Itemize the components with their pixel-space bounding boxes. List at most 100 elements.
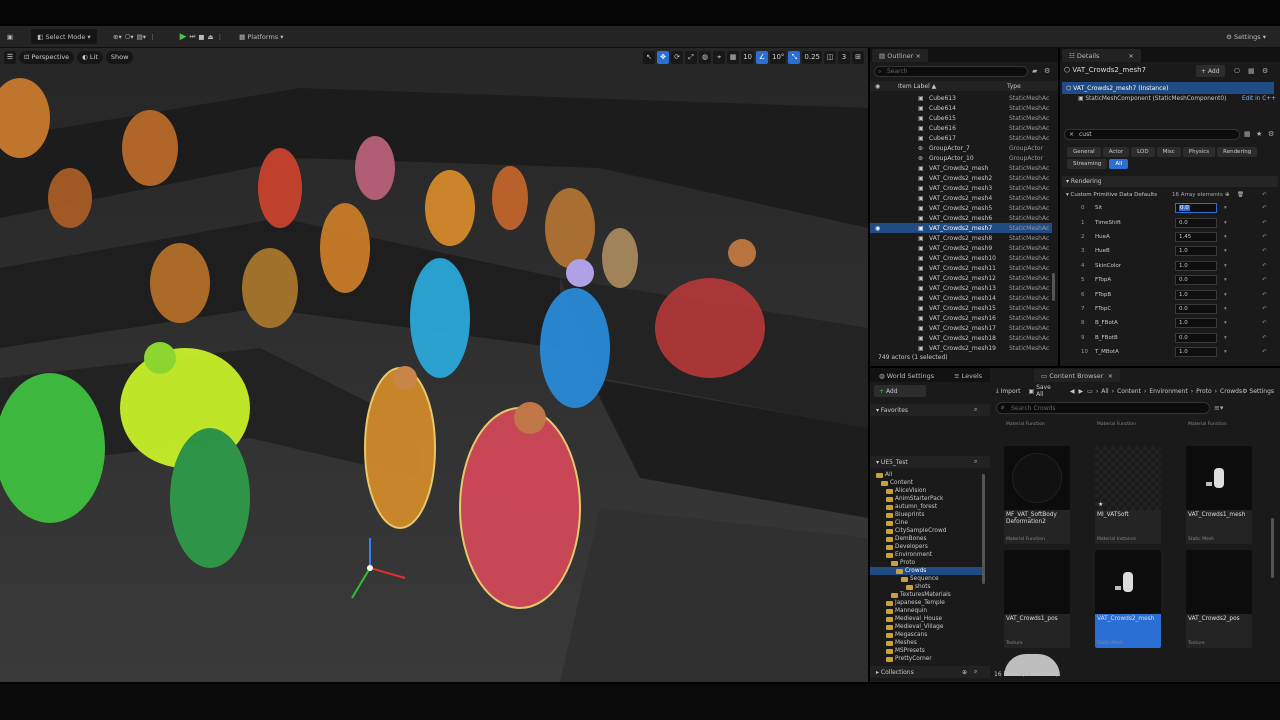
- folder-medieval-house[interactable]: Medieval_House: [870, 615, 982, 623]
- col-type[interactable]: Type: [1007, 83, 1021, 90]
- trash-icon[interactable]: 🗑: [1237, 192, 1244, 198]
- filter-rendering[interactable]: Rendering: [1217, 147, 1258, 157]
- settings-button[interactable]: ⚙ Settings ▾: [1226, 29, 1266, 44]
- blueprint-icon[interactable]: ⎔▾: [125, 29, 134, 44]
- outliner-row[interactable]: ▣ VAT_Crowds2_mesh19 StaticMeshAc: [870, 343, 1052, 353]
- close-icon[interactable]: ×: [1108, 372, 1113, 380]
- clear-search-icon[interactable]: ×: [1069, 131, 1074, 138]
- folder-shots[interactable]: shots: [870, 583, 982, 591]
- maximize-icon[interactable]: ⊞: [852, 50, 864, 64]
- camera-speed-icon[interactable]: ◫: [824, 50, 836, 64]
- outliner-row[interactable]: ▣ VAT_Crowds2_mesh16 StaticMeshAc: [870, 313, 1052, 323]
- camera-speed-value[interactable]: 3: [838, 50, 850, 64]
- chevron-down-icon[interactable]: ▾: [1224, 349, 1227, 355]
- asset-tile[interactable]: VAT_Crowds1_mesh Static Mesh: [1186, 446, 1252, 544]
- outliner-row[interactable]: ▣ Cube613 StaticMeshAc: [870, 93, 1052, 103]
- outliner-row[interactable]: ▣ Cube615 StaticMeshAc: [870, 113, 1052, 123]
- blueprint-icon[interactable]: ⎔: [1234, 67, 1240, 75]
- collections-header[interactable]: ▸ Collections ⊕ ⌕: [870, 666, 990, 678]
- save-all-button[interactable]: ▣ Save All: [1028, 384, 1059, 398]
- folder-mspresets[interactable]: MSPresets: [870, 647, 982, 655]
- rotation-snap-value[interactable]: 10°: [769, 50, 787, 64]
- static-mesh-component-row[interactable]: ▣ StaticMeshComponent (StaticMeshCompone…: [1078, 96, 1226, 102]
- folder-mannequin[interactable]: Mannequin: [870, 607, 982, 615]
- tab-content-browser[interactable]: ▭ Content Browser ×: [1034, 369, 1121, 382]
- breadcrumb-item[interactable]: Content: [1117, 388, 1141, 395]
- folder-developers[interactable]: Developers: [870, 543, 982, 551]
- scale-tool-icon[interactable]: ⤢: [685, 50, 698, 64]
- filter-icon[interactable]: ≡▾: [1214, 404, 1223, 412]
- chevron-down-icon[interactable]: ▾: [1224, 277, 1227, 283]
- select-tool-icon[interactable]: ↖: [643, 50, 656, 64]
- outliner-row[interactable]: ▣ VAT_Crowds2_mesh12 StaticMeshAc: [870, 273, 1052, 283]
- browser-settings-button[interactable]: ⚙ Settings: [1242, 388, 1274, 395]
- folder-dembones[interactable]: DemBones: [870, 535, 982, 543]
- asset-tile[interactable]: VAT_Crowds2_mesh Static Mesh: [1095, 550, 1161, 648]
- chevron-down-icon[interactable]: ▾: [1224, 335, 1227, 341]
- folder-alicevision[interactable]: AliceVision: [870, 487, 982, 495]
- col-item-label[interactable]: Item Label ▲: [898, 83, 936, 90]
- breadcrumb-item[interactable]: All: [1101, 388, 1108, 395]
- reset-icon[interactable]: ↶: [1262, 292, 1267, 298]
- outliner-row[interactable]: ▣ VAT_Crowds2_mesh17 StaticMeshAc: [870, 323, 1052, 333]
- folder-cine[interactable]: Cine: [870, 519, 982, 527]
- lock-icon[interactable]: ▦: [1248, 67, 1255, 75]
- search-icon[interactable]: ⌕: [974, 406, 977, 414]
- outliner-row[interactable]: ⊛ GroupActor_7 GroupActor: [870, 143, 1052, 153]
- favorites-header[interactable]: ▾ Favorites ⌕: [870, 404, 990, 416]
- project-header[interactable]: ▾ UE5_Test ⌕: [870, 456, 990, 468]
- save-icon[interactable]: ▣: [3, 29, 17, 44]
- add-actor-icon[interactable]: ⊕▾: [113, 29, 122, 44]
- chevron-down-icon[interactable]: ▾: [1224, 234, 1227, 240]
- level-viewport[interactable]: ☰ ⊡ Perspective ◐ Lit Show ↖ ✥ ⟳ ⤢ ◍ ⌖ ▦…: [0, 48, 868, 682]
- property-value-field[interactable]: 0.0: [1175, 332, 1217, 343]
- settings-icon[interactable]: ⚙: [1262, 67, 1268, 75]
- folder-environment[interactable]: Environment: [870, 551, 982, 559]
- custom-primitive-data-row[interactable]: ▾ Custom Primitive Data Defaults 16 Arra…: [1062, 189, 1278, 201]
- property-value-field[interactable]: 0.0: [1175, 275, 1217, 286]
- add-component-button[interactable]: + Add: [1196, 65, 1225, 77]
- star-icon[interactable]: ★: [1256, 130, 1262, 138]
- folder-all[interactable]: All: [870, 471, 982, 479]
- outliner-row[interactable]: ▣ VAT_Crowds2_mesh15 StaticMeshAc: [870, 303, 1052, 313]
- property-value-field[interactable]: 0.0: [1175, 217, 1217, 228]
- select-mode-dropdown[interactable]: ◧ Select Mode ▾: [31, 29, 97, 44]
- filter-misc[interactable]: Misc: [1156, 147, 1181, 157]
- reset-icon[interactable]: ↶: [1262, 205, 1267, 211]
- folder-medieval-village[interactable]: Medieval_Village: [870, 623, 982, 631]
- property-value-field[interactable]: 1.0: [1175, 318, 1217, 329]
- add-button[interactable]: + Add: [874, 385, 926, 397]
- browser-scrollbar[interactable]: [1271, 518, 1274, 578]
- add-element-icon[interactable]: ⊕: [1225, 192, 1230, 198]
- tree-scrollbar[interactable]: [982, 474, 985, 584]
- filter-streaming[interactable]: Streaming: [1067, 159, 1108, 169]
- folder-prettycorner[interactable]: PrettyCorner: [870, 655, 982, 663]
- reset-icon[interactable]: ↶: [1262, 320, 1267, 326]
- filter-all[interactable]: All: [1109, 159, 1129, 169]
- reset-icon[interactable]: ↶: [1262, 234, 1267, 240]
- reset-icon[interactable]: ↶: [1262, 306, 1267, 312]
- chevron-down-icon[interactable]: ▾: [1224, 292, 1227, 298]
- folder-japanese-temple[interactable]: Japanese_Temple: [870, 599, 982, 607]
- perspective-button[interactable]: ⊡ Perspective: [19, 50, 75, 64]
- history-back-icon[interactable]: ◀: [1070, 388, 1075, 395]
- folder-sequence[interactable]: Sequence: [870, 575, 982, 583]
- outliner-row[interactable]: ▣ VAT_Crowds2_mesh3 StaticMeshAc: [870, 183, 1052, 193]
- outliner-row[interactable]: ▣ VAT_Crowds2_mesh11 StaticMeshAc: [870, 263, 1052, 273]
- reset-icon[interactable]: ↶: [1262, 263, 1267, 269]
- outliner-row[interactable]: ▣ VAT_Crowds2_mesh4 StaticMeshAc: [870, 193, 1052, 203]
- folder-crowds[interactable]: Crowds: [870, 567, 982, 575]
- history-forward-icon[interactable]: ▶: [1079, 388, 1084, 395]
- show-button[interactable]: Show: [105, 50, 134, 64]
- asset-tile[interactable]: ★ MI_VATSoft Material Instance: [1095, 446, 1161, 544]
- scale-snap-value[interactable]: 0.25: [802, 50, 822, 64]
- property-value-field[interactable]: 1.0: [1175, 347, 1217, 358]
- search-icon[interactable]: ⌕: [974, 458, 977, 466]
- property-value-field[interactable]: 1.45: [1175, 231, 1217, 242]
- grid-snap-icon[interactable]: ▦: [727, 50, 740, 64]
- settings-icon[interactable]: ⚙: [1268, 130, 1274, 138]
- folder-citysamplecrowd[interactable]: CitySampleCrowd: [870, 527, 982, 535]
- outliner-row[interactable]: ▣ VAT_Crowds2_mesh6 StaticMeshAc: [870, 213, 1052, 223]
- chevron-down-icon[interactable]: ▾: [1224, 248, 1227, 254]
- rotate-tool-icon[interactable]: ⟳: [671, 50, 684, 64]
